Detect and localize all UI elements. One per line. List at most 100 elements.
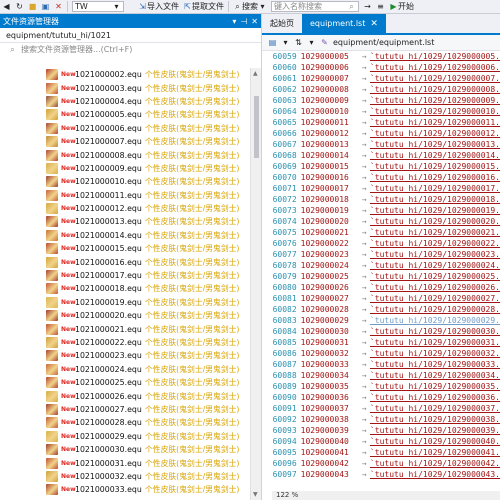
import-button[interactable]: ⇲ 导入文件 [138,1,179,13]
explorer-scrollbar[interactable]: ▲ ▼ [250,68,261,500]
code-line[interactable]: 60061 1029000007 → `tututu_hi/1029/10290000… [262,73,500,84]
scroll-down-icon[interactable]: ▼ [253,491,258,498]
code-line[interactable]: 60081 1029000027 → `tututu_hi/1029/10290000… [262,293,500,304]
extract-button[interactable]: ⇱ 提取文件 [183,1,224,13]
code-line[interactable]: 60073 1029000019 → `tututu_hi/1029/10290000… [262,205,500,216]
code-line[interactable]: 60065 1029000011 → `tututu_hi/1029/10290000… [262,117,500,128]
file-row[interactable]: New 1021000026.equ 个性皮肤(鬼剑士/男鬼剑士) [0,389,250,402]
code-line[interactable]: 60064 1029000010 → `tututu_hi/1029/10290000… [262,106,500,117]
code-view[interactable]: 60059 1029000005 → `tututu_hi/1029/10290000… [262,51,500,480]
file-row[interactable]: New 1021000017.equ 个性皮肤(鬼剑士/男鬼剑士) [0,269,250,282]
file-row[interactable]: New 1021000028.equ 个性皮肤(鬼剑士/男鬼剑士) [0,416,250,429]
code-line[interactable]: 60080 1029000026 → `tututu_hi/1029/10290000… [262,282,500,293]
code-line[interactable]: 60083 1029000029 → `tututu_hi/1029/10290000… [262,315,500,326]
code-line[interactable]: 60079 1029000025 → `tututu_hi/1029/10290000… [262,271,500,282]
file-row[interactable]: New 1021000033.equ 个性皮肤(鬼剑士/男鬼剑士) [0,483,250,496]
close-icon[interactable]: ✕ [370,19,378,29]
code-line[interactable]: 60063 1029000009 → `tututu_hi/1029/10290000… [262,95,500,106]
code-line[interactable]: 60095 1029000041 → `tututu_hi/1029/10290000… [262,447,500,458]
file-row[interactable]: New 1021000007.equ 个性皮肤(鬼剑士/男鬼剑士) [0,135,250,148]
code-line[interactable]: 60071 1029000017 → `tututu_hi/1029/10290000… [262,183,500,194]
code-line[interactable]: 60077 1029000023 → `tututu_hi/1029/10290000… [262,249,500,260]
code-line[interactable]: 60093 1029000039 → `tututu_hi/1029/10290000… [262,425,500,436]
code-line[interactable]: 60072 1029000018 → `tututu_hi/1029/10290000… [262,194,500,205]
dropdown-icon[interactable]: ▾ [232,17,236,26]
file-row[interactable]: New 1021000025.equ 个性皮肤(鬼剑士/男鬼剑士) [0,376,250,389]
pin-icon[interactable]: ⊣ [240,17,247,26]
start-button[interactable]: ▶ 开始 [389,1,414,13]
code-line[interactable]: 60090 1029000036 → `tututu_hi/1029/10290000… [262,392,500,403]
code-line[interactable]: 60082 1029000028 → `tututu_hi/1029/10290000… [262,304,500,315]
code-line[interactable]: 60078 1029000024 → `tututu_hi/1029/10290000… [262,260,500,271]
sort-icon[interactable]: ⇅ [294,38,303,47]
code-line[interactable]: 60067 1029000013 → `tututu_hi/1029/10290000… [262,139,500,150]
file-row[interactable]: New 1021000032.equ 个性皮肤(鬼剑士/男鬼剑士) [0,470,250,483]
file-row[interactable]: New 1021000011.equ 个性皮肤(鬼剑士/男鬼剑士) [0,189,250,202]
save-button[interactable]: ▣ [41,1,50,13]
code-line[interactable]: 60096 1029000042 → `tututu_hi/1029/10290000… [262,458,500,469]
file-row[interactable]: New 1021000013.equ 个性皮肤(鬼剑士/男鬼剑士) [0,215,250,228]
file-row[interactable]: New 1021000005.equ 个性皮肤(鬼剑士/男鬼剑士) [0,108,250,121]
file-row[interactable]: New 1021000030.equ 个性皮肤(鬼剑士/男鬼剑士) [0,443,250,456]
code-line[interactable]: 60070 1029000016 → `tututu_hi/1029/10290000… [262,172,500,183]
scrollbar-thumb[interactable] [254,96,259,158]
file-row[interactable]: New 1021000015.equ 个性皮肤(鬼剑士/男鬼剑士) [0,242,250,255]
file-row[interactable]: New 1021000008.equ 个性皮肤(鬼剑士/男鬼剑士) [0,148,250,161]
tab-equipment-lst[interactable]: equipment.lst ✕ [302,14,386,33]
file-row[interactable]: New 1021000022.equ 个性皮肤(鬼剑士/男鬼剑士) [0,336,250,349]
chevron-down-icon[interactable]: ▾ [281,38,290,47]
file-row[interactable]: New 1021000021.equ 个性皮肤(鬼剑士/男鬼剑士) [0,322,250,335]
file-row[interactable]: New 1021000012.equ 个性皮肤(鬼剑士/男鬼剑士) [0,202,250,215]
zoom-level[interactable]: 122 % [272,491,500,500]
code-line[interactable]: 60084 1029000030 → `tututu_hi/1029/10290000… [262,326,500,337]
code-line[interactable]: 60075 1029000021 → `tututu_hi/1029/10290000… [262,227,500,238]
nav-list-button[interactable]: ≡ [376,1,385,13]
close-icon[interactable]: ✕ [251,17,258,26]
file-row[interactable]: New 1021000020.equ 个性皮肤(鬼剑士/男鬼剑士) [0,309,250,322]
code-line[interactable]: 60089 1029000035 → `tututu_hi/1029/10290000… [262,381,500,392]
code-line[interactable]: 60085 1029000031 → `tututu_hi/1029/10290000… [262,337,500,348]
file-row[interactable]: New 1021000031.equ 个性皮肤(鬼剑士/男鬼剑士) [0,456,250,469]
tab-start-page[interactable]: 起始页 [262,14,302,33]
code-line[interactable]: 60059 1029000005 → `tututu_hi/1029/10290000… [262,51,500,62]
file-row[interactable]: New 1021000014.equ 个性皮肤(鬼剑士/男鬼剑士) [0,229,250,242]
file-row[interactable]: New 1021000004.equ 个性皮肤(鬼剑士/男鬼剑士) [0,95,250,108]
code-line[interactable]: 60076 1029000022 → `tututu_hi/1029/10290000… [262,238,500,249]
list-icon[interactable]: ▤ [268,38,277,47]
code-line[interactable]: 60066 1029000012 → `tututu_hi/1029/10290000… [262,128,500,139]
open-button[interactable]: ■ [28,1,37,13]
explorer-search-input[interactable]: ⌕ 搜索文件资源管理器...(Ctrl+F) [0,43,261,56]
code-line[interactable]: 60060 1029000006 → `tututu_hi/1029/10290000… [262,62,500,73]
code-line[interactable]: 60091 1029000037 → `tututu_hi/1029/10290000… [262,403,500,414]
file-row[interactable]: New 1021000016.equ 个性皮肤(鬼剑士/男鬼剑士) [0,255,250,268]
close-file-button[interactable]: ✕ [54,1,63,13]
file-row[interactable]: New 1021000027.equ 个性皮肤(鬼剑士/男鬼剑士) [0,403,250,416]
chevron-down-icon[interactable]: ▾ [307,38,316,47]
file-row[interactable]: New 1021000023.equ 个性皮肤(鬼剑士/男鬼剑士) [0,349,250,362]
code-line[interactable]: 60088 1029000034 → `tututu_hi/1029/10290000… [262,370,500,381]
file-row[interactable]: New 1021000024.equ 个性皮肤(鬼剑士/男鬼剑士) [0,363,250,376]
file-row[interactable]: New 1021000018.equ 个性皮肤(鬼剑士/男鬼剑士) [0,282,250,295]
link-icon[interactable]: ✎ [320,38,329,47]
code-line[interactable]: 60086 1029000032 → `tututu_hi/1029/10290000… [262,348,500,359]
code-line[interactable]: 60074 1029000020 → `tututu_hi/1029/10290000… [262,216,500,227]
file-row[interactable]: New 1021000019.equ 个性皮肤(鬼剑士/男鬼剑士) [0,296,250,309]
code-line[interactable]: 60069 1029000015 → `tututu_hi/1029/10290000… [262,161,500,172]
file-row[interactable]: New 1021000006.equ 个性皮肤(鬼剑士/男鬼剑士) [0,122,250,135]
code-line[interactable]: 60062 1029000008 → `tututu_hi/1029/10290000… [262,84,500,95]
search-button[interactable]: ⌕ 搜索 ▾ [233,1,267,13]
file-row[interactable]: New 1021000010.equ 个性皮肤(鬼剑士/男鬼剑士) [0,175,250,188]
nav-forward-button[interactable]: → [363,1,372,13]
back-button[interactable]: ◀ [2,1,11,13]
code-line[interactable]: 60068 1029000014 → `tututu_hi/1029/10290000… [262,150,500,161]
code-line[interactable]: 60087 1029000033 → `tututu_hi/1029/10290000… [262,359,500,370]
code-line[interactable]: 60094 1029000040 → `tututu_hi/1029/10290000… [262,436,500,447]
region-select[interactable]: TW ▾ [72,1,124,12]
scroll-up-icon[interactable]: ▲ [253,70,258,77]
file-row[interactable]: New 1021000009.equ 个性皮肤(鬼剑士/男鬼剑士) [0,162,250,175]
file-row[interactable]: New 1021000029.equ 个性皮肤(鬼剑士/男鬼剑士) [0,430,250,443]
refresh-button[interactable]: ↻ [15,1,24,13]
search-input[interactable]: 键入名称搜索 ⌕ [271,1,359,12]
file-row[interactable]: New 1021000002.equ 个性皮肤(鬼剑士/男鬼剑士) [0,68,250,81]
code-line[interactable]: 60092 1029000038 → `tututu_hi/1029/10290000… [262,414,500,425]
